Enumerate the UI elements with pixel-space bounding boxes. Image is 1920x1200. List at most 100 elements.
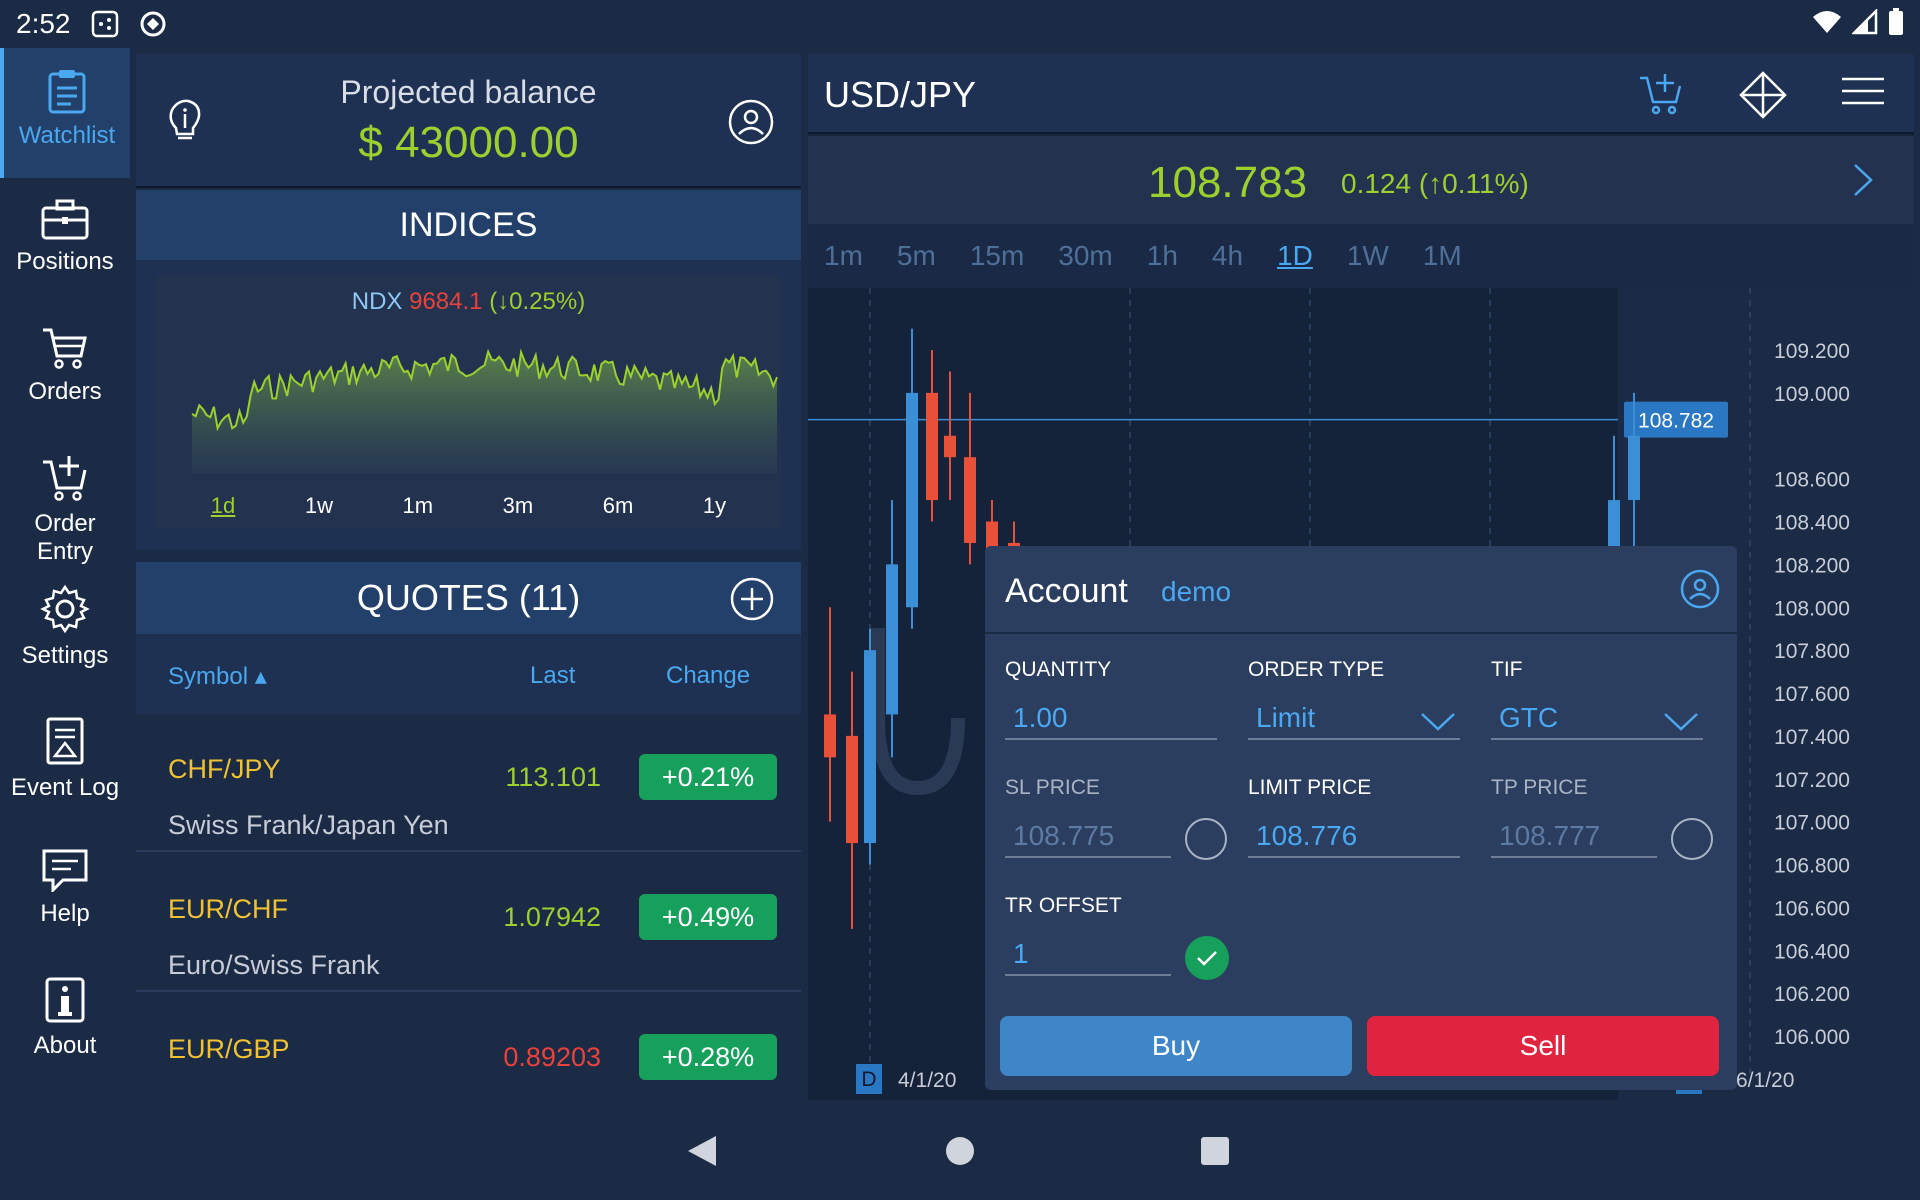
y-tick-label: 108.400 xyxy=(1774,512,1850,535)
menu-icon[interactable] xyxy=(1842,76,1884,111)
cart-add-icon xyxy=(43,456,87,501)
tif-select[interactable]: GTC xyxy=(1491,696,1703,740)
timeframe-15m[interactable]: 15m xyxy=(970,240,1024,272)
quotes-header: QUOTES (11) xyxy=(136,562,801,634)
sl-enable-radio[interactable] xyxy=(1185,818,1227,860)
y-tick-label: 109.200 xyxy=(1774,340,1850,363)
tr-offset-label: TR OFFSET xyxy=(1005,894,1122,917)
range-1d[interactable]: 1d xyxy=(211,493,235,519)
timeframe-1w[interactable]: 1W xyxy=(1347,240,1389,272)
move-crosshair-icon[interactable] xyxy=(1738,70,1788,125)
range-6m[interactable]: 6m xyxy=(603,493,634,519)
add-quote-button[interactable] xyxy=(729,576,775,627)
sidebar-label: About xyxy=(33,1032,97,1059)
index-card[interactable]: NDX 9684.1 (↓0.25%) 1d 1w 1m 3m 6m 1y xyxy=(156,274,781,529)
sidebar: Watchlist Positions Orders Order Entry S… xyxy=(0,48,130,1100)
y-tick-label: 107.200 xyxy=(1774,769,1850,792)
sidebar-item-watchlist[interactable]: Watchlist xyxy=(0,48,130,178)
chevron-right-icon[interactable] xyxy=(1852,162,1874,203)
range-1w[interactable]: 1w xyxy=(305,493,333,519)
y-tick-label: 107.400 xyxy=(1774,726,1850,749)
sidebar-label: Order Entry xyxy=(34,510,96,565)
cart-icon xyxy=(43,328,87,369)
quote-last: 0.89203 xyxy=(503,1042,601,1072)
sl-price-field[interactable]: 108.775 xyxy=(1005,814,1171,858)
sidebar-item-order-entry[interactable]: Order Entry xyxy=(0,454,130,566)
y-tick-label: 109.000 xyxy=(1774,383,1850,406)
instrument-header: USD/JPY xyxy=(808,54,1914,134)
home-icon[interactable] xyxy=(945,1136,975,1171)
account-icon[interactable] xyxy=(727,98,775,151)
account-name[interactable]: demo xyxy=(1161,576,1231,608)
quotes-column-headers: Symbol ▴ Last Change xyxy=(136,634,801,714)
tr-enable-checkbox[interactable] xyxy=(1185,936,1229,980)
battery-icon xyxy=(1888,7,1904,41)
wifi-icon xyxy=(1812,9,1842,40)
timeframe-1d[interactable]: 1D xyxy=(1277,240,1313,272)
account-icon[interactable] xyxy=(1679,568,1721,615)
chevron-down-icon xyxy=(1420,702,1456,746)
order-type-label: ORDER TYPE xyxy=(1248,658,1385,681)
buy-button[interactable]: Buy xyxy=(1000,1016,1352,1076)
index-value: 9684.1 xyxy=(409,288,483,315)
add-order-cart-icon[interactable] xyxy=(1638,70,1684,121)
quote-row[interactable]: EUR/CHF Euro/Swiss Frank 1.07942 +0.49% xyxy=(136,854,801,992)
timeframe-1mo[interactable]: 1M xyxy=(1423,240,1462,272)
sidebar-item-settings[interactable]: Settings xyxy=(0,584,130,670)
y-tick-label: 108.000 xyxy=(1774,597,1850,620)
tr-offset-field[interactable]: 1 xyxy=(1005,932,1171,976)
order-type-value: Limit xyxy=(1256,702,1316,733)
tp-enable-radio[interactable] xyxy=(1671,818,1713,860)
y-tick-label: 106.200 xyxy=(1774,983,1850,1006)
balance-header: Projected balance $ 43000.00 xyxy=(136,54,801,188)
quote-change-badge: +0.21% xyxy=(639,754,777,800)
timeframe-5m[interactable]: 5m xyxy=(897,240,936,272)
quote-symbol: EUR/GBP xyxy=(168,1034,290,1064)
range-selector: 1d 1w 1m 3m 6m 1y xyxy=(156,493,781,519)
candle-body xyxy=(886,564,898,715)
order-type-select[interactable]: Limit xyxy=(1248,696,1460,740)
briefcase-icon xyxy=(41,199,89,240)
screenshot-icon xyxy=(91,10,119,38)
sidebar-label: Orders xyxy=(28,378,102,405)
quantity-field[interactable]: 1.00 xyxy=(1005,696,1217,740)
y-tick-label: 107.600 xyxy=(1774,683,1850,706)
quote-row[interactable]: CHF/JPY Swiss Frank/Japan Yen 113.101 +0… xyxy=(136,714,801,852)
recents-icon[interactable] xyxy=(1200,1136,1230,1171)
range-3m[interactable]: 3m xyxy=(503,493,534,519)
balance-value: $ 43000.00 xyxy=(358,118,579,167)
range-1y[interactable]: 1y xyxy=(703,493,726,519)
sell-button[interactable]: Sell xyxy=(1367,1016,1719,1076)
info-icon xyxy=(45,977,85,1023)
limit-price-field[interactable]: 108.776 xyxy=(1248,814,1460,858)
quote-change-badge: +0.49% xyxy=(639,894,777,940)
sidebar-item-orders[interactable]: Orders xyxy=(0,326,130,406)
chevron-down-icon xyxy=(1663,702,1699,746)
quote-name: Euro/Swiss Frank xyxy=(168,950,380,980)
column-last[interactable]: Last xyxy=(530,662,575,690)
timeframe-selector: 1m 5m 15m 30m 1h 4h 1D 1W 1M xyxy=(808,224,1914,288)
instrument-pair: USD/JPY xyxy=(824,74,977,115)
y-tick-label: 106.600 xyxy=(1774,897,1850,920)
timeframe-4h[interactable]: 4h xyxy=(1212,240,1243,272)
timeframe-30m[interactable]: 30m xyxy=(1058,240,1112,272)
sidebar-item-about[interactable]: About xyxy=(0,976,130,1060)
column-symbol[interactable]: Symbol ▴ xyxy=(168,662,267,691)
range-1m[interactable]: 1m xyxy=(403,493,434,519)
back-icon[interactable] xyxy=(686,1134,718,1173)
tp-price-field[interactable]: 108.777 xyxy=(1491,814,1657,858)
timeframe-1h[interactable]: 1h xyxy=(1147,240,1178,272)
timeframe-1m[interactable]: 1m xyxy=(824,240,863,272)
quote-row[interactable]: EUR/GBP 0.89203 +0.28% xyxy=(136,994,801,1100)
sync-icon xyxy=(139,10,167,38)
sidebar-item-positions[interactable]: Positions xyxy=(0,198,130,276)
instrument-price: 108.783 xyxy=(1148,158,1308,207)
current-price-label: 108.782 xyxy=(1638,410,1714,433)
instrument-change: 0.124 (↑0.11%) xyxy=(1341,168,1529,199)
watchlist-panel: Projected balance $ 43000.00 INDICES NDX… xyxy=(136,54,801,1100)
column-change[interactable]: Change xyxy=(666,662,750,690)
system-nav-bar xyxy=(0,1100,1920,1200)
sidebar-item-help[interactable]: Help xyxy=(0,848,130,928)
sidebar-item-event-log[interactable]: Event Log xyxy=(0,716,130,802)
tif-value: GTC xyxy=(1499,702,1559,733)
